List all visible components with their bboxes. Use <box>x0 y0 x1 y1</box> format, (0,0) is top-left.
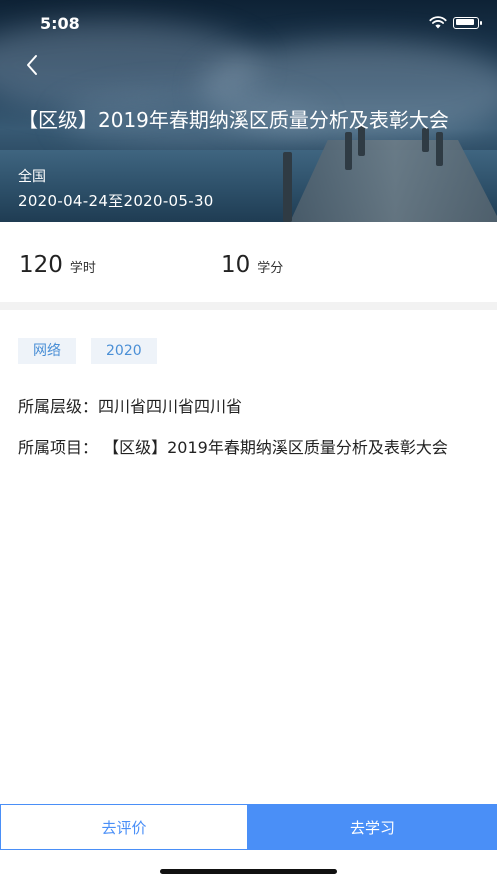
info-level: 所属层级：四川省四川省四川省 <box>18 396 473 418</box>
status-bar: 5:08 <box>0 0 497 44</box>
back-button[interactable] <box>18 50 48 80</box>
section-divider <box>0 302 497 310</box>
study-hours-unit: 学时 <box>69 261 96 276</box>
course-title: 【区级】2019年春期纳溪区质量分析及表彰大会 <box>18 108 449 132</box>
tag-year: 2020 <box>91 338 157 364</box>
course-tags: 网络 2020 <box>18 338 157 364</box>
info-project: 所属项目： 【区级】2019年春期纳溪区质量分析及表彰大会 <box>18 437 473 459</box>
banner-pier-post <box>345 132 352 170</box>
info-project-label: 所属项目： <box>18 438 99 457</box>
credits-value: 10 <box>221 252 251 278</box>
info-level-value: 四川省四川省四川省 <box>98 397 243 416</box>
bottom-action-bar: 去评价 去学习 <box>0 804 497 850</box>
course-stats: 120 学时 10 学分 <box>0 222 497 302</box>
course-date-range: 2020-04-24至2020-05-30 <box>18 192 214 210</box>
status-icons <box>429 16 482 29</box>
banner-pier-post <box>436 132 443 166</box>
info-project-value: 【区级】2019年春期纳溪区质量分析及表彰大会 <box>103 438 448 457</box>
home-indicator <box>160 869 337 874</box>
status-time: 5:08 <box>40 14 80 33</box>
info-level-label: 所属层级： <box>18 397 99 416</box>
evaluate-button[interactable]: 去评价 <box>0 804 248 850</box>
credits-unit: 学分 <box>257 261 284 276</box>
study-hours: 120 学时 <box>19 252 96 278</box>
study-hours-value: 120 <box>19 252 63 278</box>
banner-pier-post <box>283 152 292 222</box>
study-button[interactable]: 去学习 <box>248 804 497 850</box>
course-scope: 全国 <box>18 169 46 185</box>
credits: 10 学分 <box>221 252 283 278</box>
chevron-left-icon <box>27 55 37 75</box>
tag-mode: 网络 <box>18 338 76 364</box>
wifi-icon <box>429 16 447 29</box>
battery-icon <box>453 16 482 29</box>
